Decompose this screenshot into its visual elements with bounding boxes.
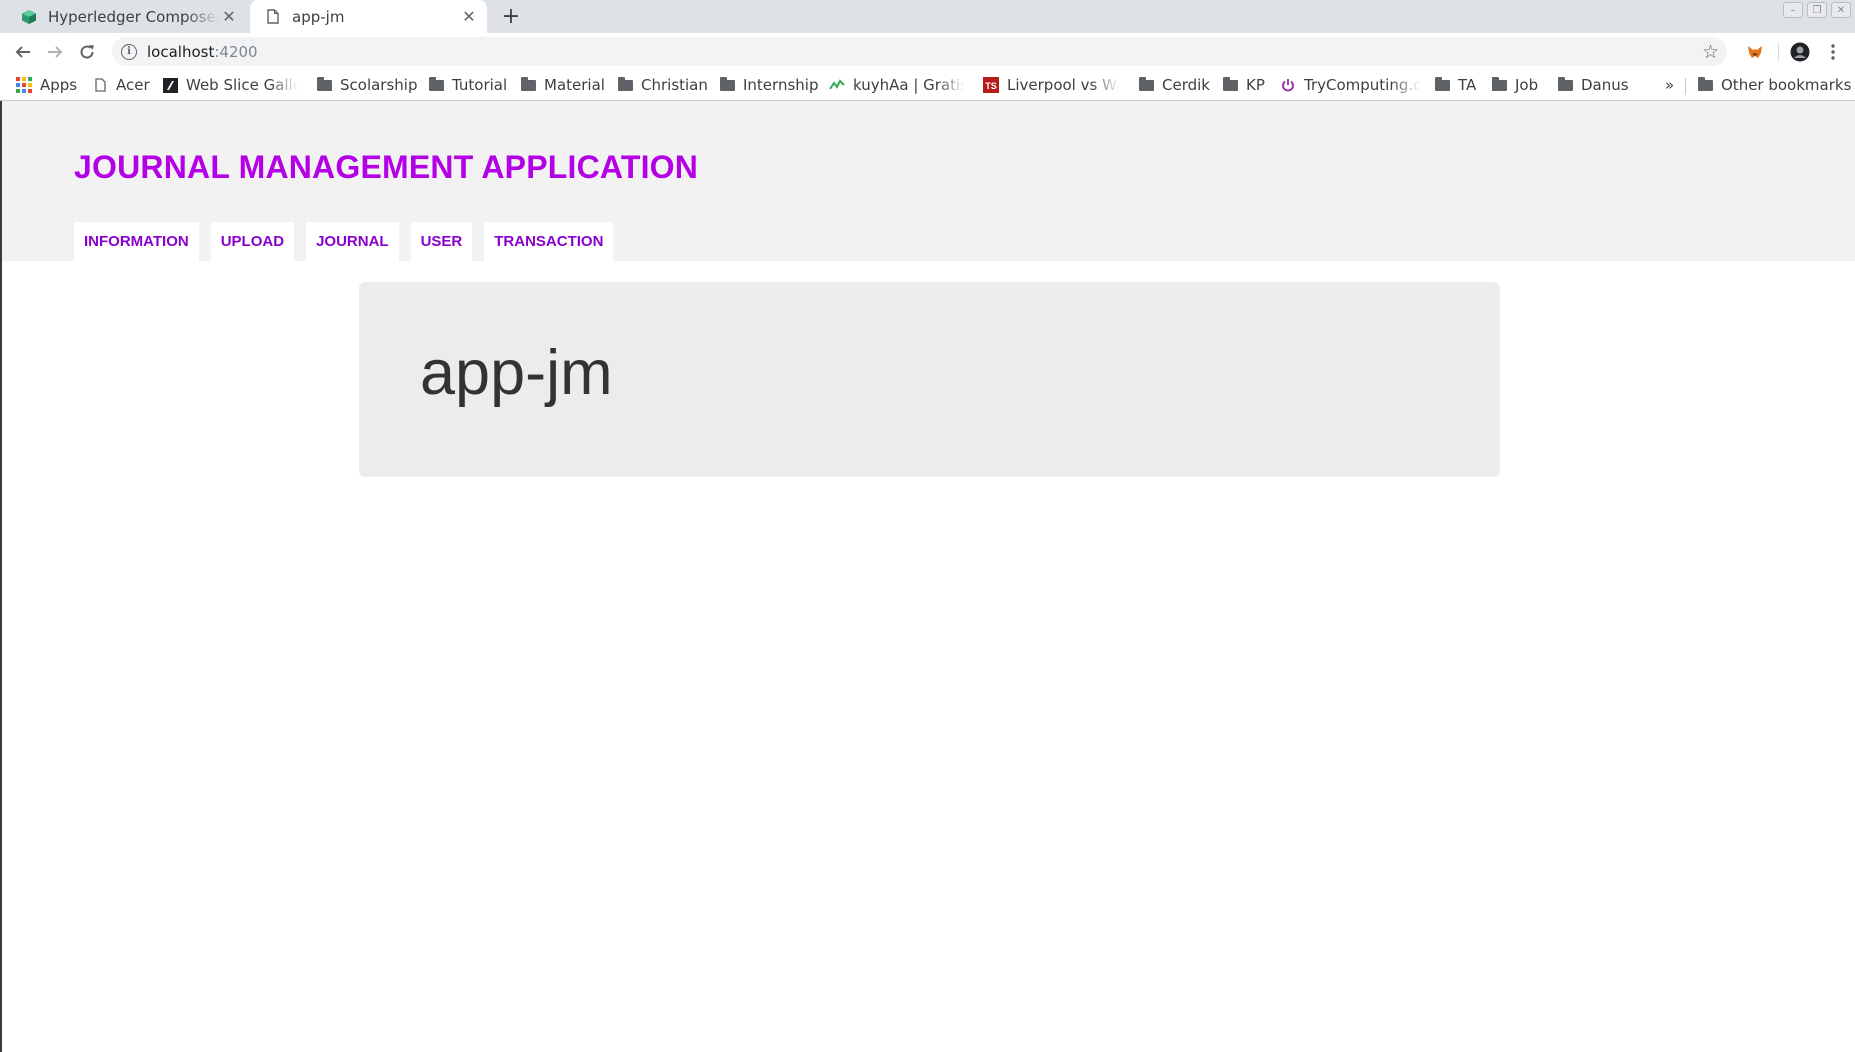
arrow-right-icon bbox=[48, 46, 63, 58]
bookmark-liverpool-vs-watford[interactable]: TS Liverpool vs Watford bbox=[983, 74, 1119, 96]
folder-icon bbox=[520, 76, 536, 93]
new-tab-button[interactable]: + bbox=[498, 3, 524, 29]
folder-icon bbox=[1434, 76, 1450, 93]
back-button[interactable] bbox=[9, 38, 37, 66]
close-window-button[interactable]: ✕ bbox=[1831, 2, 1851, 18]
bookmark-label: KP bbox=[1246, 76, 1265, 94]
bookmark-label: Liverpool vs Watford bbox=[1007, 76, 1119, 94]
web-slice-icon bbox=[162, 77, 178, 93]
folder-icon bbox=[428, 76, 444, 93]
browser-tabstrip: Hyperledger Composer Rest Server ✕ app-j… bbox=[0, 0, 1855, 33]
bookmark-folder-internship[interactable]: Internship bbox=[719, 74, 818, 96]
info-icon[interactable]: i bbox=[121, 43, 137, 60]
apps-grid-icon bbox=[16, 77, 32, 93]
bookmark-folder-material[interactable]: Material bbox=[520, 74, 605, 96]
bookmark-trycomputing[interactable]: TryComputing.org bbox=[1280, 74, 1420, 96]
bookmark-label: Job bbox=[1515, 76, 1539, 94]
folder-icon bbox=[1491, 76, 1507, 93]
app-title: JOURNAL MANAGEMENT APPLICATION bbox=[74, 149, 699, 185]
minimize-button[interactable]: – bbox=[1783, 2, 1803, 18]
tab-hyperledger-composer[interactable]: Hyperledger Composer Rest Server ✕ bbox=[10, 0, 247, 33]
bookmark-label: Christian bbox=[641, 76, 708, 94]
bookmark-label: Acer bbox=[116, 76, 150, 94]
bookmark-label: TryComputing.org bbox=[1304, 76, 1420, 94]
metamask-extension-icon[interactable] bbox=[1744, 41, 1766, 63]
nav-item-user[interactable]: USER bbox=[410, 222, 473, 261]
page-icon bbox=[264, 8, 282, 26]
bookmark-label: kuyhAa | Gratis Download bbox=[853, 76, 965, 94]
close-icon[interactable]: ✕ bbox=[459, 7, 479, 27]
nav-item-upload[interactable]: UPLOAD bbox=[210, 222, 295, 261]
reload-button[interactable] bbox=[73, 38, 101, 66]
page-viewport: JOURNAL MANAGEMENT APPLICATION INFORMATI… bbox=[0, 101, 1855, 1052]
bookmark-folder-job[interactable]: Job bbox=[1491, 74, 1538, 96]
close-icon[interactable]: ✕ bbox=[219, 7, 239, 27]
tab-app-jm[interactable]: app-jm ✕ bbox=[250, 0, 487, 33]
jumbotron: app-jm bbox=[359, 282, 1500, 477]
bookmark-acer[interactable]: Acer bbox=[92, 74, 150, 96]
bookmark-label: Web Slice Gallery bbox=[186, 76, 298, 94]
bookmark-folder-cerdik[interactable]: Cerdik bbox=[1138, 74, 1210, 96]
main-nav: INFORMATION UPLOAD JOURNAL USER TRANSACT… bbox=[74, 222, 614, 261]
nav-item-transaction[interactable]: TRANSACTION bbox=[484, 222, 614, 261]
browser-toolbar: i localhost :4200 ☆ bbox=[0, 33, 1855, 70]
folder-icon bbox=[1697, 76, 1713, 93]
tab-title: Hyperledger Composer Rest Server bbox=[48, 7, 219, 26]
window-controls: – ❐ ✕ bbox=[1783, 2, 1851, 18]
bookmark-label: Other bookmarks bbox=[1721, 76, 1852, 94]
kuyhaa-icon bbox=[829, 77, 845, 93]
page-title: app-jm bbox=[420, 338, 613, 408]
bookmarks-separator bbox=[1685, 78, 1686, 95]
bookmark-label: Cerdik bbox=[1162, 76, 1210, 94]
bookmark-folder-danus[interactable]: Danus bbox=[1557, 74, 1629, 96]
folder-icon bbox=[1557, 76, 1573, 93]
nav-item-journal[interactable]: JOURNAL bbox=[306, 222, 399, 261]
bookmark-folder-ta[interactable]: TA bbox=[1434, 74, 1476, 96]
profile-avatar[interactable] bbox=[1789, 41, 1811, 63]
bookmark-label: Danus bbox=[1581, 76, 1629, 94]
bookmark-label: Apps bbox=[40, 76, 78, 94]
bookmark-folder-scolarship[interactable]: Scolarship bbox=[316, 74, 417, 96]
bookmarks-bar: Apps Acer Web Slice Gallery Scolarship T… bbox=[0, 70, 1855, 101]
bookmark-folder-kp[interactable]: KP bbox=[1222, 74, 1265, 96]
power-icon bbox=[1280, 77, 1296, 93]
folder-icon bbox=[617, 76, 633, 93]
ts-icon: TS bbox=[983, 77, 999, 93]
reload-icon bbox=[80, 45, 94, 59]
url-port: :4200 bbox=[214, 42, 258, 61]
menu-kebab-icon[interactable] bbox=[1822, 41, 1844, 63]
tab-title: app-jm bbox=[292, 7, 345, 26]
folder-icon bbox=[1138, 76, 1154, 93]
folder-icon bbox=[719, 76, 735, 93]
bookmark-folder-tutorial[interactable]: Tutorial bbox=[428, 74, 507, 96]
bookmark-label: Internship bbox=[743, 76, 819, 94]
bookmark-folder-christian[interactable]: Christian bbox=[617, 74, 708, 96]
bookmark-label: TA bbox=[1458, 76, 1477, 94]
folder-icon bbox=[1222, 76, 1238, 93]
svg-text:TS: TS bbox=[985, 81, 997, 91]
app-header: JOURNAL MANAGEMENT APPLICATION INFORMATI… bbox=[2, 101, 1855, 261]
toolbar-separator bbox=[1778, 43, 1779, 61]
bookmark-kuyhaa[interactable]: kuyhAa | Gratis Download bbox=[829, 74, 965, 96]
nav-item-information[interactable]: INFORMATION bbox=[74, 222, 199, 261]
folder-icon bbox=[316, 76, 332, 93]
bookmark-web-slice-gallery[interactable]: Web Slice Gallery bbox=[162, 74, 298, 96]
address-bar[interactable]: i localhost :4200 ☆ bbox=[112, 37, 1727, 66]
page-icon bbox=[92, 77, 108, 93]
bookmark-label: Tutorial bbox=[452, 76, 508, 94]
bookmark-star-icon[interactable]: ☆ bbox=[1702, 41, 1719, 63]
composer-cube-icon bbox=[20, 8, 38, 26]
arrow-left-icon bbox=[15, 46, 30, 58]
more-bookmarks-chevron-icon[interactable]: » bbox=[1665, 74, 1674, 96]
url-host: localhost bbox=[147, 42, 215, 61]
forward-button[interactable] bbox=[41, 38, 69, 66]
bookmark-apps[interactable]: Apps bbox=[16, 74, 77, 96]
bookmark-label: Material bbox=[544, 76, 605, 94]
bookmark-label: Scolarship bbox=[340, 76, 418, 94]
bookmark-other-bookmarks[interactable]: Other bookmarks bbox=[1697, 74, 1851, 96]
restore-button[interactable]: ❐ bbox=[1807, 2, 1827, 18]
